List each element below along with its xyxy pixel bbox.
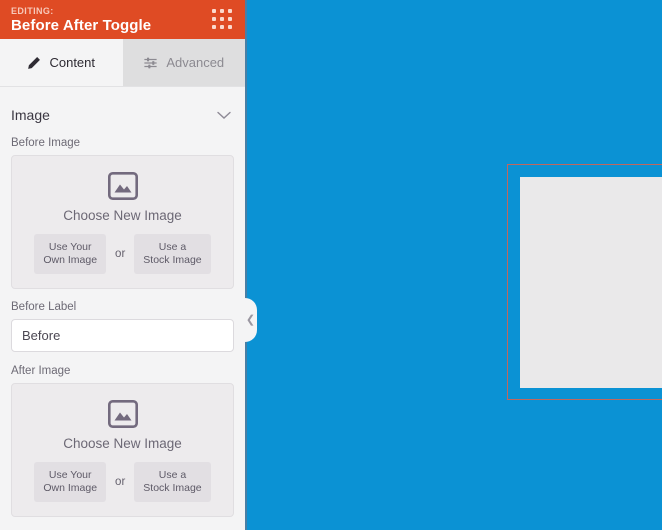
field-label-after-image: After Image: [11, 365, 71, 377]
use-stock-image-button[interactable]: Use a Stock Image: [134, 462, 211, 502]
use-own-image-button[interactable]: Use Your Own Image: [34, 462, 107, 502]
use-own-image-line1: Use Your: [48, 241, 92, 253]
field-before-image: Before Image Choose New Image Use Your O…: [0, 137, 245, 289]
sidebar-tabs: Content Advanced: [0, 39, 245, 87]
page-editor: EDITING: Before After Toggle Content Adv…: [0, 0, 662, 530]
after-image-upload-box[interactable]: Choose New Image Use Your Own Image or U…: [11, 383, 234, 517]
pencil-icon: [27, 56, 41, 70]
tab-advanced-label: Advanced: [166, 55, 225, 70]
use-stock-image-line2: Stock Image: [143, 482, 202, 494]
image-placeholder-icon: [22, 172, 223, 200]
sliders-icon: [143, 56, 158, 70]
panel-divider: [245, 0, 247, 530]
after-upload-title: Choose New Image: [63, 436, 182, 451]
editing-title: Before After Toggle: [11, 17, 152, 34]
editing-label: EDITING:: [11, 6, 54, 16]
field-before-label: Before Label: [0, 301, 245, 365]
section-title: Image: [11, 107, 50, 123]
settings-body: Image Before Image Choose New Image Use …: [0, 87, 245, 530]
chevron-left-icon: ❮: [245, 313, 256, 326]
before-after-widget[interactable]: [520, 177, 662, 388]
use-stock-image-button[interactable]: Use a Stock Image: [134, 234, 211, 274]
grid-dots-icon[interactable]: [212, 9, 234, 29]
after-upload-actions: Use Your Own Image or Use a Stock Image: [22, 462, 223, 502]
image-placeholder-icon: [22, 400, 223, 428]
use-stock-image-line2: Stock Image: [143, 254, 202, 266]
chevron-down-icon[interactable]: [217, 111, 231, 120]
tab-content[interactable]: Content: [0, 39, 123, 86]
use-stock-image-line1: Use a: [158, 469, 187, 481]
section-image-header[interactable]: Image: [0, 87, 245, 137]
tab-content-label: Content: [49, 55, 96, 70]
settings-sidebar: EDITING: Before After Toggle Content Adv…: [0, 0, 245, 530]
use-own-image-line2: Own Image: [43, 482, 98, 494]
or-separator: or: [115, 476, 126, 488]
collapse-sidebar-handle[interactable]: ❮: [245, 298, 257, 342]
before-image-upload-box[interactable]: Choose New Image Use Your Own Image or U…: [11, 155, 234, 289]
tab-advanced[interactable]: Advanced: [122, 39, 245, 86]
use-own-image-line2: Own Image: [43, 254, 98, 266]
field-label-before-image: Before Image: [11, 137, 81, 149]
preview-heading-block: Who W Ser: [288, 38, 662, 96]
sidebar-header: EDITING: Before After Toggle: [0, 0, 245, 39]
live-preview-panel: ❮ Who W Ser: [245, 0, 662, 530]
use-own-image-button[interactable]: Use Your Own Image: [34, 234, 107, 274]
before-upload-title: Choose New Image: [63, 208, 182, 223]
before-upload-actions: Use Your Own Image or Use a Stock Image: [22, 234, 223, 274]
use-own-image-line1: Use Your: [48, 469, 92, 481]
use-stock-image-line1: Use a: [158, 241, 187, 253]
or-separator: or: [115, 248, 126, 260]
field-label-before-label: Before Label: [11, 301, 77, 313]
field-after-image: After Image Choose New Image Use Your Ow…: [0, 365, 245, 517]
before-label-input[interactable]: [11, 319, 234, 352]
